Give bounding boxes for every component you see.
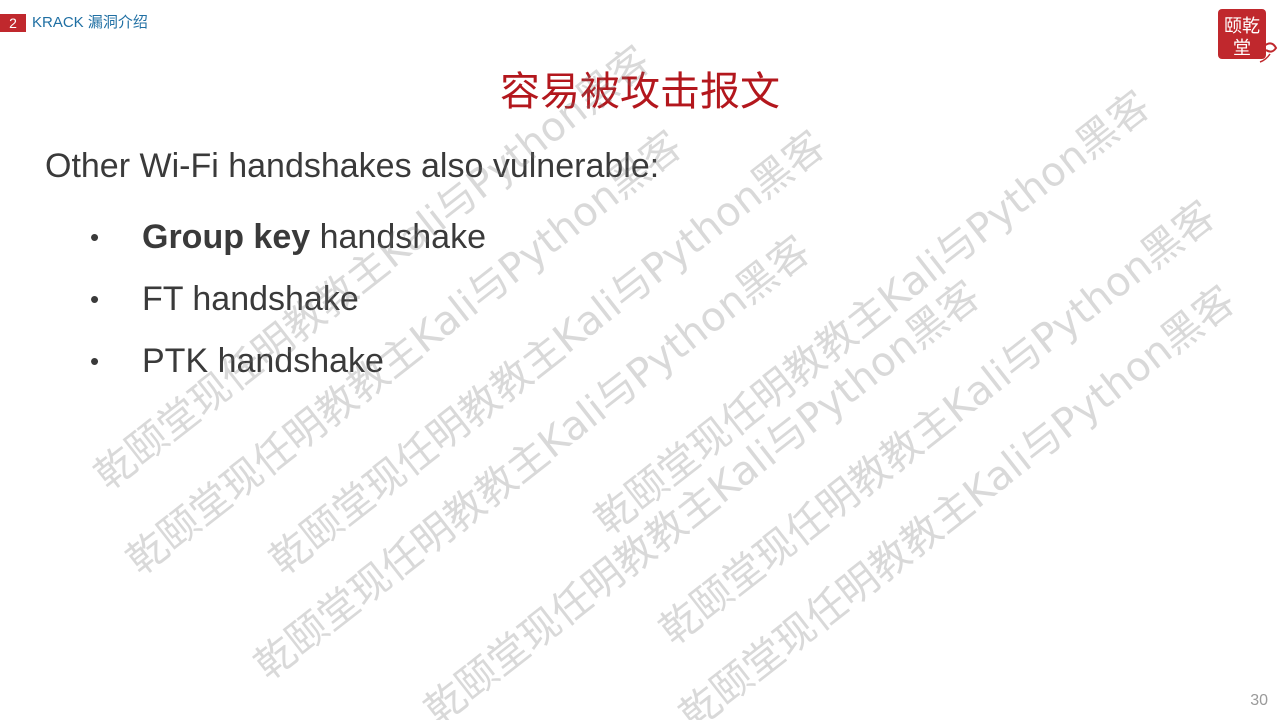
slide-title: 容易被攻击报文 (0, 64, 1280, 120)
page-number: 30 (1250, 692, 1268, 709)
seal-logo-icon: 颐乾 堂 (1218, 9, 1278, 63)
watermark-text: 乾颐堂现任明教教主Kali与Python黑客 (651, 192, 1224, 655)
list-item: • PTK handshake (90, 330, 486, 392)
section-number: 2 (0, 14, 26, 32)
svg-text:颐乾: 颐乾 (1224, 16, 1260, 37)
watermark-text: 乾颐堂现任明教教主Kali与Python黑客 (586, 82, 1159, 545)
intro-text: Other Wi-Fi handshakes also vulnerable: (45, 147, 660, 185)
list-item: • Group key handshake (90, 206, 486, 268)
bullet-list: • Group key handshake • FT handshake • P… (90, 206, 486, 392)
bullet-icon: • (90, 345, 100, 376)
bullet-text: PTK handshake (142, 341, 384, 380)
section-label: KRACK 漏洞介绍 (32, 14, 148, 31)
slide-title-text: 容易被攻击报文 (500, 70, 780, 114)
watermark-text: 乾颐堂现任明教教主Kali与Python黑客 (416, 272, 989, 720)
bullet-icon: • (90, 283, 100, 314)
bullet-icon: • (90, 221, 100, 252)
bullet-bold-text: Group key (142, 217, 311, 256)
watermark-text: 乾颐堂现任明教教主Kali与Python黑客 (671, 277, 1244, 720)
slide: 2 KRACK 漏洞介绍 颐乾 堂 容易被攻击报文 Other Wi-Fi ha… (0, 0, 1280, 720)
bullet-text: FT handshake (142, 279, 359, 318)
bullet-text: handshake (310, 217, 486, 256)
svg-text:堂: 堂 (1233, 38, 1251, 59)
list-item: • FT handshake (90, 268, 486, 330)
section-tag: 2 KRACK 漏洞介绍 (0, 13, 148, 33)
